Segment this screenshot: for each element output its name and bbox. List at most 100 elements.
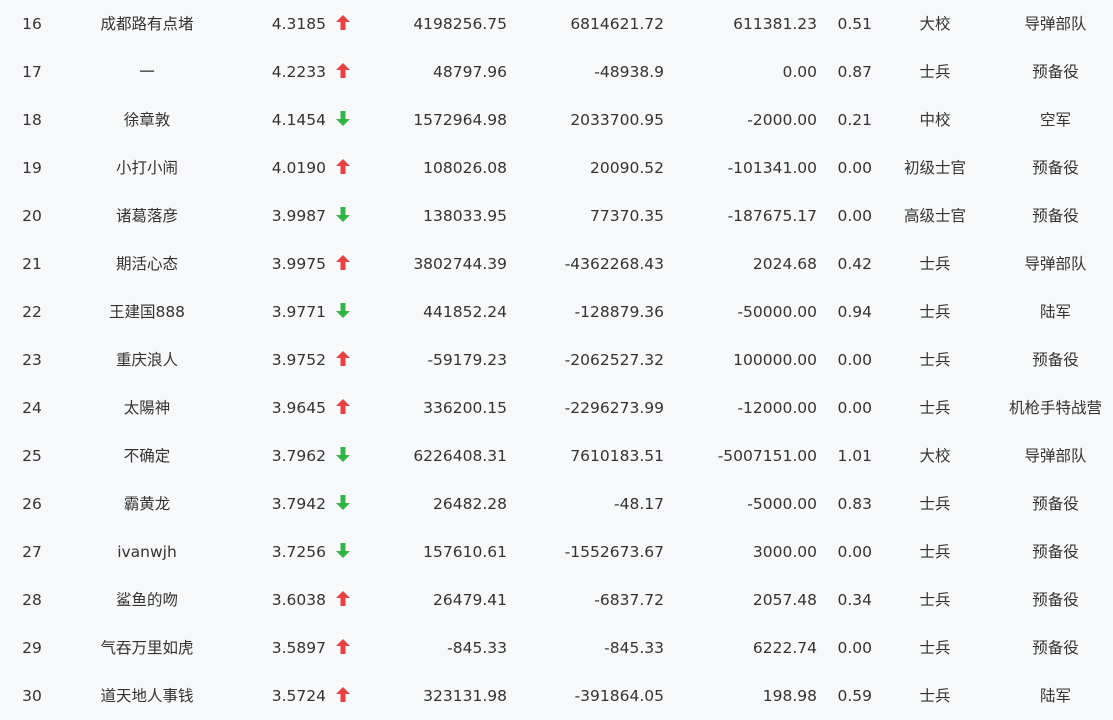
- table-row[interactable]: 16 成都路有点堵 4.3185 4198256.75 6814621.72 611381…: [0, 0, 1113, 48]
- ratio-value: 0.00: [837, 639, 872, 657]
- ratio-value: 0.00: [837, 159, 872, 177]
- table-row[interactable]: 25 不确定 3.7962 6226408.31 7610183.51 -5007151.…: [0, 432, 1113, 480]
- military-rank: 大校: [919, 447, 951, 465]
- score-value: 4.3185: [271, 15, 326, 33]
- player-name[interactable]: 重庆浪人: [60, 336, 234, 384]
- arrow-up-icon: [333, 336, 353, 384]
- table-row[interactable]: 24 太陽神 3.9645 336200.15 -2296273.99 -12000.00…: [0, 384, 1113, 432]
- value-1: 4198256.75: [413, 15, 507, 33]
- military-rank: 士兵: [919, 591, 951, 609]
- unit-name: 预备役: [1032, 543, 1079, 561]
- value-1: 6226408.31: [413, 447, 507, 465]
- table-row[interactable]: 29 气吞万里如虎 3.5897 -845.33 -845.33 6222.74 0.00 士…: [0, 624, 1113, 672]
- value-1: 157610.61: [423, 543, 507, 561]
- score-value: 3.9752: [271, 351, 326, 369]
- value-2: 6814621.72: [570, 15, 664, 33]
- value-3: -50000.00: [737, 303, 817, 321]
- unit-name: 导弹部队: [1024, 255, 1087, 273]
- table-row[interactable]: 23 重庆浪人 3.9752 -59179.23 -2062527.32 100000.0…: [0, 336, 1113, 384]
- table-row[interactable]: 27 ivanwjh 3.7256 157610.61 -1552673.67 3000.…: [0, 528, 1113, 576]
- military-rank: 士兵: [919, 687, 951, 705]
- value-2: -4362268.43: [564, 255, 664, 273]
- table-row[interactable]: 30 道天地人事钱 3.5724 323131.98 -391864.05 198.98 0…: [0, 672, 1113, 720]
- value-3: -101341.00: [727, 159, 817, 177]
- player-name[interactable]: ivanwjh: [60, 528, 234, 576]
- military-rank: 士兵: [919, 639, 951, 657]
- unit-name: 预备役: [1032, 591, 1079, 609]
- value-3: 198.98: [762, 687, 817, 705]
- military-rank: 士兵: [919, 495, 951, 513]
- player-name[interactable]: 小打小闹: [60, 144, 234, 192]
- value-3: 3000.00: [752, 543, 817, 561]
- ratio-value: 1.01: [837, 447, 872, 465]
- value-1: 336200.15: [423, 399, 507, 417]
- value-1: -59179.23: [427, 351, 507, 369]
- rank-cell: 18: [22, 111, 42, 129]
- value-2: -128879.36: [574, 303, 664, 321]
- value-1: 323131.98: [423, 687, 507, 705]
- table-row[interactable]: 26 霸黄龙 3.7942 26482.28 -48.17 -5000.00 0.83 士兵 预…: [0, 480, 1113, 528]
- table-row[interactable]: 28 鲨鱼的吻 3.6038 26479.41 -6837.72 2057.48 0.34 士…: [0, 576, 1113, 624]
- rank-cell: 26: [22, 495, 42, 513]
- military-rank: 士兵: [919, 303, 951, 321]
- rank-cell: 28: [22, 591, 42, 609]
- military-rank: 中校: [919, 111, 951, 129]
- score-value: 3.9975: [271, 255, 326, 273]
- table-row[interactable]: 21 期活心态 3.9975 3802744.39 -4362268.43 2024.68…: [0, 240, 1113, 288]
- player-name[interactable]: 鲨鱼的吻: [60, 576, 234, 624]
- player-name[interactable]: 气吞万里如虎: [60, 624, 234, 672]
- rank-cell: 25: [22, 447, 42, 465]
- ratio-value: 0.94: [837, 303, 872, 321]
- ratio-value: 0.00: [837, 399, 872, 417]
- table-row[interactable]: 20 诸葛落彦 3.9987 138033.95 77370.35 -187675.17 0…: [0, 192, 1113, 240]
- ratio-value: 0.00: [837, 207, 872, 225]
- value-2: -48938.9: [594, 63, 664, 81]
- ratio-value: 0.51: [837, 15, 872, 33]
- player-name[interactable]: 太陽神: [60, 384, 234, 432]
- unit-name: 陆军: [1039, 687, 1071, 705]
- player-name[interactable]: 不确定: [60, 432, 234, 480]
- player-name[interactable]: 王建国888: [60, 288, 234, 336]
- table-row[interactable]: 17 一 4.2233 48797.96 -48938.9 0.00 0.87 士兵 预备役: [0, 48, 1113, 96]
- score-value: 3.7962: [271, 447, 326, 465]
- value-2: -391864.05: [574, 687, 664, 705]
- unit-name: 预备役: [1032, 159, 1079, 177]
- arrow-down-icon: [333, 528, 353, 576]
- value-3: -5000.00: [747, 495, 817, 513]
- value-3: -2000.00: [747, 111, 817, 129]
- arrow-up-icon: [333, 672, 353, 720]
- value-1: 441852.24: [423, 303, 507, 321]
- arrow-down-icon: [333, 432, 353, 480]
- military-rank: 士兵: [919, 63, 951, 81]
- value-1: -845.33: [447, 639, 507, 657]
- arrow-up-icon: [333, 0, 353, 48]
- value-2: -48.17: [614, 495, 664, 513]
- table-row[interactable]: 18 徐章敦 4.1454 1572964.98 2033700.95 -2000.00 0…: [0, 96, 1113, 144]
- military-rank: 初级士官: [903, 159, 966, 177]
- score-value: 3.6038: [271, 591, 326, 609]
- player-name[interactable]: 徐章敦: [60, 96, 234, 144]
- arrow-down-icon: [333, 192, 353, 240]
- player-name[interactable]: 期活心态: [60, 240, 234, 288]
- player-name[interactable]: 一: [60, 48, 234, 96]
- player-name[interactable]: 道天地人事钱: [60, 672, 234, 720]
- player-name[interactable]: 成都路有点堵: [60, 0, 234, 48]
- player-name[interactable]: 霸黄龙: [60, 480, 234, 528]
- rank-cell: 24: [22, 399, 42, 417]
- rank-cell: 30: [22, 687, 42, 705]
- table-row[interactable]: 22 王建国888 3.9771 441852.24 -128879.36 -50000.…: [0, 288, 1113, 336]
- table-row[interactable]: 19 小打小闹 4.0190 108026.08 20090.52 -101341.00 0…: [0, 144, 1113, 192]
- ratio-value: 0.34: [837, 591, 872, 609]
- ratio-value: 0.59: [837, 687, 872, 705]
- score-value: 4.2233: [271, 63, 326, 81]
- unit-name: 导弹部队: [1024, 447, 1087, 465]
- value-3: 0.00: [782, 63, 817, 81]
- value-2: 20090.52: [590, 159, 664, 177]
- value-3: 100000.00: [733, 351, 817, 369]
- value-2: -1552673.67: [564, 543, 664, 561]
- score-value: 3.5897: [271, 639, 326, 657]
- player-name[interactable]: 诸葛落彦: [60, 192, 234, 240]
- value-1: 108026.08: [423, 159, 507, 177]
- value-2: -6837.72: [594, 591, 664, 609]
- rank-cell: 16: [22, 15, 42, 33]
